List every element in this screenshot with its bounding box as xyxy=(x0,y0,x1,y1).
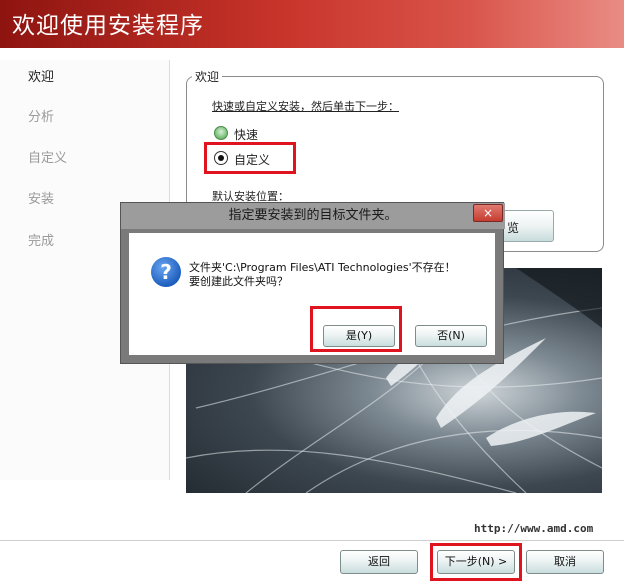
sidebar-item-install: 安装 xyxy=(28,192,55,207)
next-button[interactable]: 下一步(N) > xyxy=(437,550,515,574)
sidebar-item-custom: 自定义 xyxy=(28,151,68,166)
dialog-title: 指定要安装到的目标文件夹。 xyxy=(121,203,505,229)
header-banner: 欢迎使用安装程序 xyxy=(0,0,624,48)
radio-custom[interactable] xyxy=(214,151,228,165)
amd-url[interactable]: http://www.amd.com xyxy=(474,522,593,535)
browse-button-label: 览 xyxy=(507,221,520,235)
dialog-message-line2: 要创建此文件夹吗？ xyxy=(189,275,288,288)
instruction-text: 快速或自定义安装，然后单击下一步： xyxy=(212,100,399,113)
sidebar-item-welcome: 欢迎 xyxy=(28,70,55,85)
back-button[interactable]: 返回 xyxy=(340,550,418,574)
dialog-close-button[interactable]: × xyxy=(473,204,503,222)
cancel-button[interactable]: 取消 xyxy=(526,550,604,574)
groupbox-legend: 欢迎 xyxy=(192,68,223,85)
radio-express-label[interactable]: 快速 xyxy=(234,126,258,143)
sidebar-item-finish: 完成 xyxy=(28,234,55,249)
highlight-yes-button xyxy=(310,306,402,352)
footer-divider xyxy=(0,540,624,541)
radio-express[interactable] xyxy=(214,126,228,140)
no-button[interactable]: 否(N) xyxy=(415,325,487,347)
radio-custom-label[interactable]: 自定义 xyxy=(234,151,270,168)
page-title: 欢迎使用安装程序 xyxy=(12,13,204,39)
question-icon: ? xyxy=(151,257,181,287)
sidebar-item-analysis: 分析 xyxy=(28,110,55,125)
